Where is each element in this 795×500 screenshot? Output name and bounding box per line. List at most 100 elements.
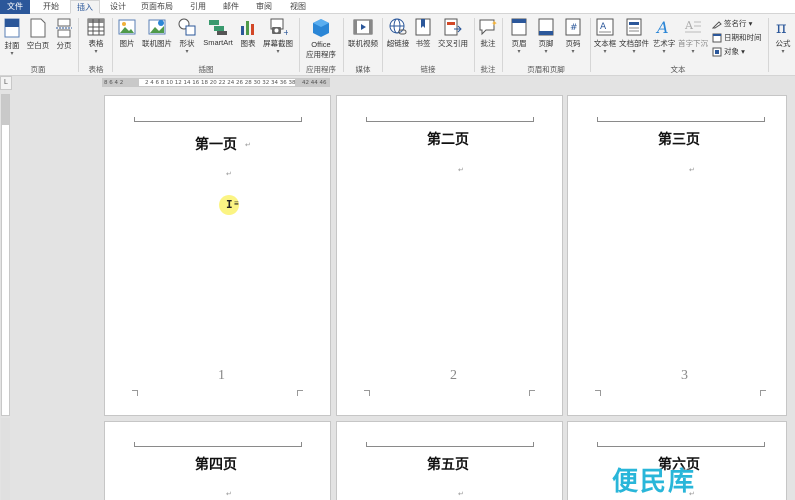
signature-line-button[interactable]: 签名行 ▾ xyxy=(712,18,752,30)
office-store-icon xyxy=(313,19,329,37)
blank-page-button[interactable]: 空白页 xyxy=(25,18,51,51)
online-video-button[interactable]: 联机视频 xyxy=(346,18,380,49)
crop-mark xyxy=(297,390,303,396)
ribbon-separator xyxy=(768,18,769,72)
group-label-links: 链接 xyxy=(420,65,436,74)
bookmark-button[interactable]: 书签 xyxy=(413,18,433,49)
bookmark-icon xyxy=(415,18,431,36)
header-line xyxy=(134,121,302,122)
header-corner xyxy=(301,442,302,447)
paragraph-mark: ↵ xyxy=(226,171,232,178)
screenshot-button[interactable]: + 屏幕截图 ▾ xyxy=(260,18,296,55)
tab-design[interactable]: 设计 xyxy=(104,0,132,14)
page-number-button[interactable]: # 页码 ▾ xyxy=(561,18,585,55)
office-apps-button[interactable]: Office 应用程序 xyxy=(302,18,340,60)
page-2[interactable]: 第二页 ↵ 2 xyxy=(336,95,563,416)
header-line xyxy=(597,121,765,122)
paragraph-mark: ↵ xyxy=(458,167,464,174)
dropcap-icon: A xyxy=(684,19,701,33)
tab-insert[interactable]: 插入 xyxy=(70,0,100,14)
page-1[interactable]: 第一页 ↵ ↵ 1 xyxy=(104,95,331,416)
group-label-media: 媒体 xyxy=(355,65,371,74)
svg-text:✦: ✦ xyxy=(491,19,497,28)
svg-text:A: A xyxy=(655,18,669,36)
page-5[interactable]: 第五页 ↵ xyxy=(336,421,563,500)
header-corner xyxy=(134,442,135,447)
group-label-pages: 页面 xyxy=(30,65,46,74)
comment-button[interactable]: ✦ 批注 xyxy=(477,18,499,49)
header-corner xyxy=(597,442,598,447)
object-button[interactable]: 对象 ▾ xyxy=(712,46,745,58)
chart-button[interactable]: 图表 xyxy=(238,18,258,49)
paragraph-mark: ↵ xyxy=(226,491,232,498)
calendar-icon xyxy=(712,33,722,43)
footer-button[interactable]: 页脚 ▾ xyxy=(534,18,558,55)
pi-icon: π xyxy=(776,18,787,36)
ribbon-separator xyxy=(78,18,79,72)
ruler-ticks-left: 8 6 4 2 xyxy=(104,80,124,86)
svg-text:π: π xyxy=(776,18,787,36)
header-line xyxy=(134,446,302,447)
page-break-button[interactable]: 分页 xyxy=(54,18,74,51)
ribbon-separator xyxy=(112,18,113,72)
tab-page-layout[interactable]: 页面布局 xyxy=(137,0,177,14)
crop-mark xyxy=(132,390,138,396)
page-4[interactable]: 第四页 ↵ xyxy=(104,421,331,500)
picture-icon xyxy=(118,19,136,35)
table-button[interactable]: 表格 ▾ xyxy=(84,18,108,55)
tab-mailings[interactable]: 邮件 xyxy=(217,0,245,14)
ibeam-cursor-icon: I xyxy=(226,198,233,211)
ribbon-insert: 封面 ▾ 空白页 分页 页面 表格 ▾ 表格 图片 联机图片 形状 ▾ SmartAr… xyxy=(0,14,795,76)
header-line xyxy=(366,446,534,447)
smartart-icon xyxy=(209,20,227,35)
page-number: 3 xyxy=(681,368,688,383)
equation-button[interactable]: π 公式 ▾ xyxy=(772,18,794,55)
hyperlink-globe-icon xyxy=(389,18,407,35)
svg-text:+: + xyxy=(283,28,288,36)
tab-view[interactable]: 视图 xyxy=(284,0,312,14)
quick-parts-icon xyxy=(626,18,642,36)
cover-button[interactable]: 封面 ▾ xyxy=(2,18,22,57)
page-heading: 第一页 xyxy=(195,137,237,153)
shapes-icon xyxy=(178,18,196,36)
group-label-apps: 应用程序 xyxy=(306,65,336,74)
cover-page-icon xyxy=(4,18,20,38)
blank-page-icon xyxy=(30,18,46,38)
ribbon-tab-bar: 文件 开始 插入 设计 页面布局 引用 邮件 审阅 视图 xyxy=(0,0,795,14)
tab-references[interactable]: 引用 xyxy=(184,0,212,14)
picture-button[interactable]: 图片 xyxy=(116,18,138,49)
cross-reference-icon xyxy=(444,18,462,36)
svg-text:A: A xyxy=(684,19,694,32)
textbox-icon: A xyxy=(596,18,614,36)
wordart-button[interactable]: A 艺术字 ▾ xyxy=(651,18,677,55)
online-video-icon xyxy=(353,19,373,35)
tab-selector[interactable]: L xyxy=(0,76,12,90)
header-corner xyxy=(764,117,765,122)
vertical-ruler[interactable] xyxy=(1,94,10,416)
textbox-button[interactable]: A 文本框 ▾ xyxy=(593,18,617,55)
footer-icon xyxy=(538,18,554,36)
table-icon xyxy=(87,18,105,36)
tab-file[interactable]: 文件 xyxy=(0,0,30,14)
header-corner xyxy=(366,442,367,447)
group-label-table: 表格 xyxy=(88,65,104,74)
cross-reference-button[interactable]: 交叉引用 xyxy=(435,18,471,49)
dropcap-button[interactable]: A 首字下沉 ▾ xyxy=(678,18,708,55)
tab-home[interactable]: 开始 xyxy=(36,0,66,14)
crop-mark xyxy=(760,390,766,396)
page-3[interactable]: 第三页 ↵ 3 xyxy=(567,95,787,416)
online-picture-button[interactable]: 联机图片 xyxy=(140,18,174,49)
header-corner xyxy=(764,442,765,447)
page-number: 2 xyxy=(450,368,457,383)
hyperlink-button[interactable]: 超链接 xyxy=(385,18,411,49)
watermark-logo: 便民库 xyxy=(612,467,697,497)
horizontal-ruler[interactable]: 8 6 4 2 2 4 6 8 10 12 14 16 18 20 22 24 … xyxy=(102,78,330,87)
smartart-button[interactable]: SmartArt xyxy=(200,18,236,47)
quick-parts-button[interactable]: 文档部件 ▾ xyxy=(619,18,649,55)
date-time-button[interactable]: 日期和时间 xyxy=(712,32,762,44)
crop-mark xyxy=(595,390,601,396)
shapes-button[interactable]: 形状 ▾ xyxy=(176,18,198,55)
tab-review[interactable]: 审阅 xyxy=(250,0,278,14)
crop-mark xyxy=(364,390,370,396)
header-button[interactable]: 页眉 ▾ xyxy=(507,18,531,55)
